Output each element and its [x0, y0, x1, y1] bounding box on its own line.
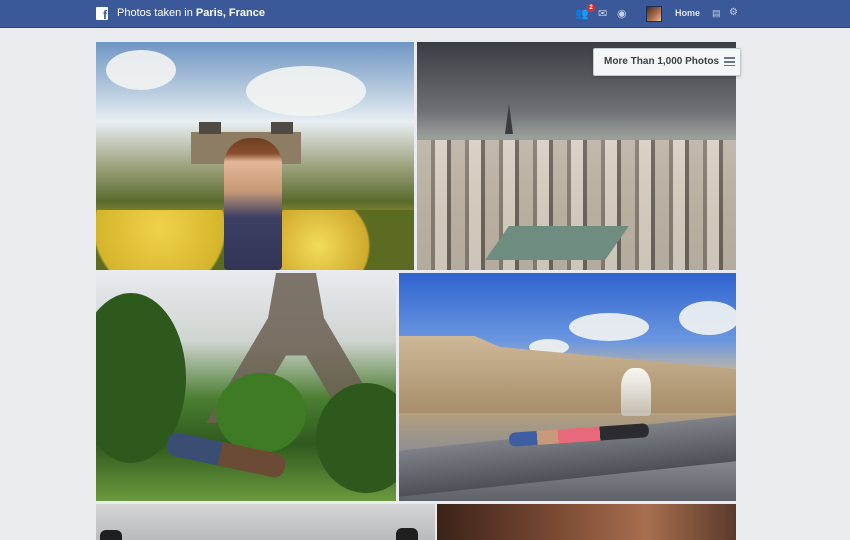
notification-badge: 2 — [587, 4, 595, 12]
title-prefix: Photos taken in — [117, 7, 193, 19]
facebook-logo-icon[interactable]: f — [96, 7, 108, 21]
home-link[interactable]: Home — [675, 8, 700, 18]
photo-gate-silhouette[interactable] — [96, 504, 435, 540]
fountain-spray — [621, 368, 651, 416]
photo-close-up-hand[interactable] — [437, 504, 736, 540]
photo-woman-in-garden[interactable] — [96, 42, 414, 270]
settings-gear-icon[interactable]: ⚙ — [729, 7, 738, 18]
photo-paris-skyline[interactable] — [417, 42, 736, 270]
messages-icon[interactable]: ✉ — [598, 7, 607, 20]
more-photos-button[interactable]: More Than 1,000 Photos — [593, 48, 741, 76]
page-title: Photos taken in Paris, France — [117, 7, 265, 19]
privacy-shortcuts-icon[interactable]: ▤ — [712, 8, 721, 19]
avatar[interactable] — [646, 6, 662, 22]
photo-eiffel-tower-lawn[interactable] — [96, 273, 396, 501]
title-location[interactable]: Paris, France — [196, 7, 265, 19]
photo-louvre-fountain[interactable] — [399, 273, 736, 501]
top-navigation-bar: f Photos taken in Paris, France 👥 2 ✉ ◉ … — [0, 0, 850, 28]
eiffel-tower-distant — [505, 104, 513, 134]
woman-figure — [224, 138, 282, 270]
more-photos-label: More Than 1,000 Photos — [604, 56, 720, 67]
notifications-globe-icon[interactable]: ◉ — [617, 7, 627, 20]
menu-lines-icon[interactable] — [724, 57, 735, 66]
